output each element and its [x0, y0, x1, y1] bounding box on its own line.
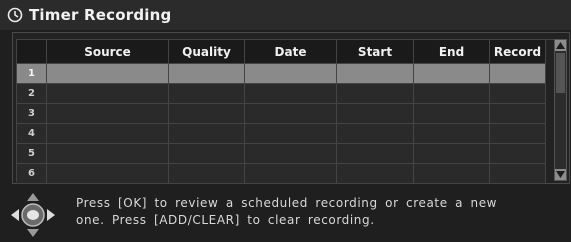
timer-cell-record[interactable]	[490, 84, 546, 104]
timer-cell-date[interactable]	[245, 104, 337, 124]
row-number-4[interactable]: 4	[17, 124, 47, 144]
timer-cell-date[interactable]	[245, 64, 337, 84]
scroll-up-icon[interactable]	[555, 40, 566, 51]
timer-cell-date[interactable]	[245, 84, 337, 104]
column-header-number	[17, 40, 47, 64]
timer-cell-end[interactable]	[414, 104, 490, 124]
row-number-1[interactable]: 1	[17, 64, 47, 84]
column-header-date: Date	[245, 40, 337, 64]
scroll-down-icon[interactable]	[555, 169, 566, 180]
timer-cell-date[interactable]	[245, 144, 337, 164]
timer-cell-end[interactable]	[414, 164, 490, 184]
timer-cell-source[interactable]	[47, 164, 169, 184]
table-scrollbar[interactable]	[554, 39, 567, 181]
timer-cell-date[interactable]	[245, 164, 337, 184]
title-bar: Timer Recording	[0, 0, 571, 30]
page-title: Timer Recording	[29, 6, 172, 24]
clock-icon	[7, 7, 23, 23]
timer-cell-start[interactable]	[337, 64, 414, 84]
timer-cell-source[interactable]	[47, 124, 169, 144]
timer-cell-quality[interactable]	[169, 104, 245, 124]
row-number-3[interactable]: 3	[17, 104, 47, 124]
help-footer: Press [OK] to review a scheduled recordi…	[0, 185, 571, 240]
timer-cell-quality[interactable]	[169, 64, 245, 84]
timer-cell-source[interactable]	[47, 144, 169, 164]
timer-cell-record[interactable]	[490, 144, 546, 164]
timer-cell-quality[interactable]	[169, 164, 245, 184]
timer-cell-source[interactable]	[47, 84, 169, 104]
timer-cell-date[interactable]	[245, 124, 337, 144]
column-header-source: Source	[47, 40, 169, 64]
row-number-2[interactable]: 2	[17, 84, 47, 104]
timer-cell-end[interactable]	[414, 84, 490, 104]
timer-cell-record[interactable]	[490, 64, 546, 84]
timer-cell-quality[interactable]	[169, 144, 245, 164]
column-header-record: Record	[490, 40, 546, 64]
timer-cell-end[interactable]	[414, 64, 490, 84]
scroll-thumb[interactable]	[556, 53, 565, 93]
timer-cell-end[interactable]	[414, 144, 490, 164]
timer-cell-source[interactable]	[47, 104, 169, 124]
timer-cell-quality[interactable]	[169, 84, 245, 104]
row-number-5[interactable]: 5	[17, 144, 47, 164]
timer-cell-quality[interactable]	[169, 124, 245, 144]
timer-cell-record[interactable]	[490, 124, 546, 144]
timer-cell-source[interactable]	[47, 64, 169, 84]
timer-recording-table: Source Quality Date Start End Record 123…	[16, 39, 554, 184]
help-text: Press [OK] to review a scheduled recordi…	[76, 196, 498, 227]
timer-list-panel: Source Quality Date Start End Record 123…	[12, 32, 570, 184]
column-header-start: Start	[337, 40, 414, 64]
timer-cell-end[interactable]	[414, 124, 490, 144]
column-header-end: End	[414, 40, 490, 64]
timer-cell-start[interactable]	[337, 124, 414, 144]
timer-cell-start[interactable]	[337, 144, 414, 164]
timer-cell-start[interactable]	[337, 104, 414, 124]
column-header-quality: Quality	[169, 40, 245, 64]
row-number-6[interactable]: 6	[17, 164, 47, 184]
timer-cell-record[interactable]	[490, 164, 546, 184]
timer-cell-record[interactable]	[490, 104, 546, 124]
dpad-ok-icon	[10, 192, 56, 238]
timer-cell-start[interactable]	[337, 164, 414, 184]
timer-cell-start[interactable]	[337, 84, 414, 104]
